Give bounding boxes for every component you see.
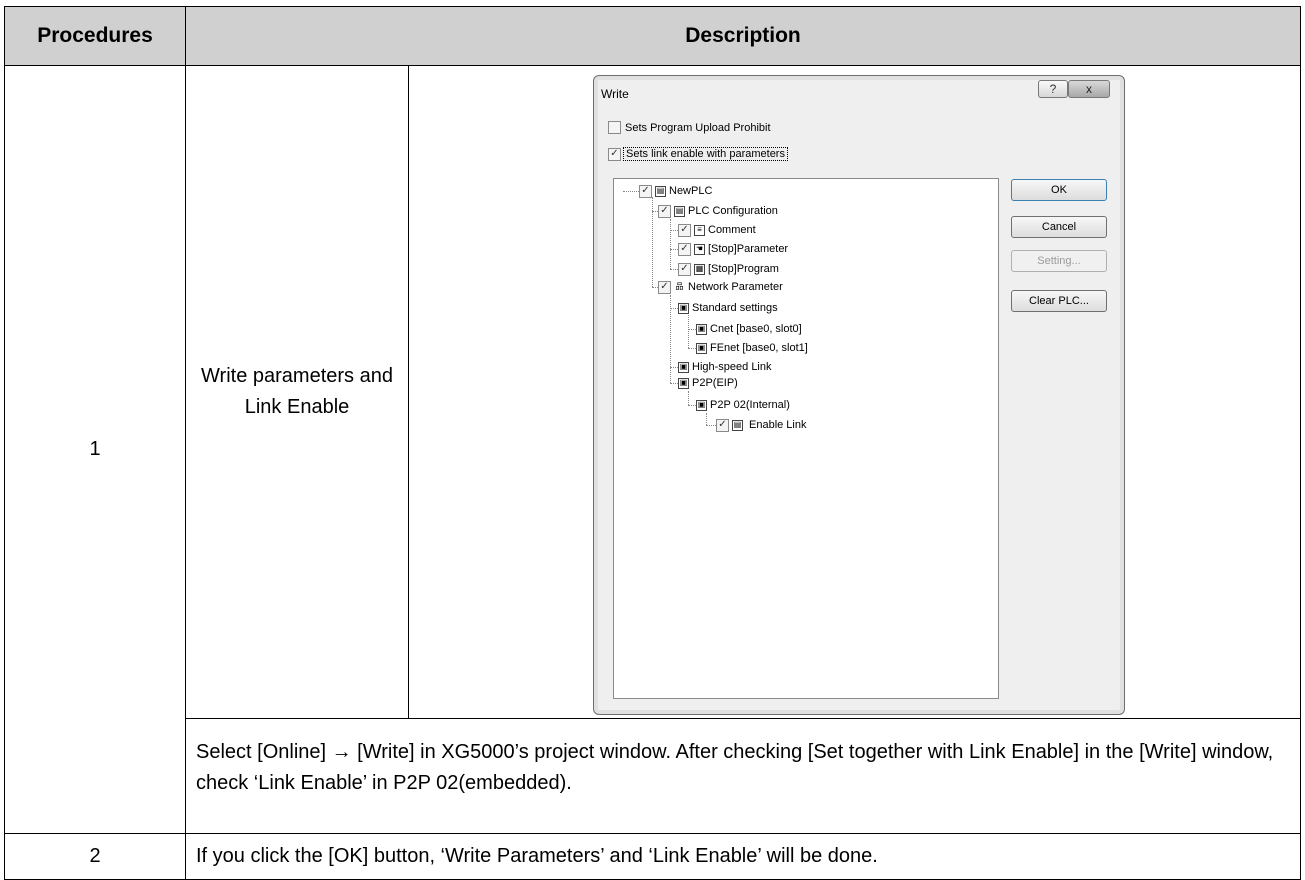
- tree-node-newplc[interactable]: ✓ ▤ NewPLC: [639, 183, 712, 199]
- option-upload-prohibit[interactable]: Sets Program Upload Prohibit: [608, 121, 771, 134]
- setting-button[interactable]: Setting...: [1011, 250, 1107, 272]
- close-button[interactable]: x: [1068, 80, 1110, 98]
- row2-description: If you click the [OK] button, ‘Write Par…: [196, 845, 878, 867]
- tree-node-cnet[interactable]: ▣ Cnet [base0, slot0]: [696, 321, 802, 337]
- network-icon: 品: [674, 281, 685, 293]
- tree-node-standard-settings[interactable]: ▣ Standard settings: [678, 300, 778, 316]
- ok-button[interactable]: OK: [1011, 179, 1107, 201]
- parameter-tree[interactable]: ✓ ▤ NewPLC ✓ ▤ PLC Configuration ✓ ≡ Com…: [613, 178, 999, 699]
- tree-connector: [652, 197, 653, 211]
- tree-node-comment[interactable]: ✓ ≡ Comment: [678, 222, 756, 238]
- tree-connector: [652, 211, 653, 287]
- tree-node-stop-parameter[interactable]: ✓ ☚ [Stop]Parameter: [678, 241, 788, 257]
- cancel-button[interactable]: Cancel: [1011, 216, 1107, 238]
- link-enable-label: Sets link enable with parameters: [623, 147, 788, 161]
- tree-node-label: Standard settings: [692, 302, 778, 314]
- stop-parameter-checkbox[interactable]: ✓: [678, 242, 691, 256]
- row1-title: Write parameters and Link Enable: [201, 365, 393, 418]
- tree-node-stop-program[interactable]: ✓ ▦ [Stop]Program: [678, 261, 779, 277]
- plc-icon: ▤: [732, 419, 743, 431]
- tree-node-label: PLC Configuration: [688, 205, 778, 217]
- row1-number-cell: 1: [4, 65, 186, 834]
- tree-connector: [670, 269, 678, 270]
- tree-node-enable-link[interactable]: ✓ ▤ Enable Link: [716, 417, 807, 433]
- upload-prohibit-label: Sets Program Upload Prohibit: [625, 121, 771, 134]
- write-dialog: Write ? x Sets Program Upload Prohibit ✓…: [593, 75, 1125, 715]
- row2-number-cell: 2: [4, 833, 186, 880]
- tree-node-label: Comment: [708, 224, 756, 236]
- header-procedures: Procedures: [4, 6, 186, 66]
- tree-node-label: P2P(EIP): [692, 377, 738, 389]
- tree-node-p2p-eip[interactable]: ▣ P2P(EIP): [678, 375, 738, 391]
- row1-title-cell: Write parameters and Link Enable: [185, 65, 409, 719]
- tree-node-plc-configuration[interactable]: ✓ ▤ PLC Configuration: [658, 203, 778, 219]
- module-icon: ▣: [696, 323, 707, 335]
- tree-node-network-parameter[interactable]: ✓ 品 Network Parameter: [658, 279, 783, 295]
- header-description: Description: [185, 6, 1301, 66]
- header-procedures-label: Procedures: [37, 24, 153, 47]
- tree-connector: [670, 219, 671, 269]
- tree-node-label: Enable Link: [749, 419, 807, 431]
- setting-button-label: Setting...: [1037, 255, 1081, 267]
- module-icon: ▣: [696, 342, 707, 354]
- tree-node-fenet[interactable]: ▣ FEnet [base0, slot1]: [696, 340, 808, 356]
- tree-node-label: High-speed Link: [692, 361, 772, 373]
- tree-node-label: P2P 02(Internal): [710, 399, 790, 411]
- plc-configuration-checkbox[interactable]: ✓: [658, 204, 671, 218]
- module-icon: ▣: [696, 399, 707, 411]
- dialog-title: Write: [601, 87, 629, 101]
- clear-plc-button-label: Clear PLC...: [1029, 295, 1089, 307]
- tree-connector: [688, 348, 696, 349]
- hand-icon: ☚: [694, 243, 705, 255]
- comment-checkbox[interactable]: ✓: [678, 223, 691, 237]
- row1-description-cell: Select [Online] → [Write] in XG5000’s pr…: [185, 718, 1301, 834]
- cancel-button-label: Cancel: [1041, 221, 1077, 233]
- option-link-enable[interactable]: ✓ Sets link enable with parameters: [608, 147, 788, 161]
- tree-connector: [688, 315, 689, 348]
- tree-connector: [688, 405, 696, 406]
- tree-node-label: [Stop]Program: [708, 263, 779, 275]
- tree-connector: [670, 230, 678, 231]
- tree-connector: [706, 413, 707, 425]
- network-parameter-checkbox[interactable]: ✓: [658, 280, 671, 294]
- row2-number: 2: [89, 845, 101, 867]
- help-button[interactable]: ?: [1038, 80, 1068, 98]
- plc-icon: ▤: [674, 205, 685, 217]
- tree-connector: [688, 391, 689, 405]
- header-description-label: Description: [685, 24, 801, 47]
- tree-node-label: NewPLC: [669, 185, 713, 197]
- comment-icon: ≡: [694, 224, 705, 236]
- tree-connector: [688, 329, 696, 330]
- tree-node-label: [Stop]Parameter: [708, 243, 789, 255]
- row1-description: Select [Online] → [Write] in XG5000’s pr…: [196, 741, 1274, 794]
- ok-button-label: OK: [1051, 184, 1067, 196]
- tree-node-p2p-02-internal[interactable]: ▣ P2P 02(Internal): [696, 397, 790, 413]
- stop-program-checkbox[interactable]: ✓: [678, 262, 691, 276]
- clear-plc-button[interactable]: Clear PLC...: [1011, 290, 1107, 312]
- link-enable-checkbox[interactable]: ✓: [608, 147, 621, 161]
- newplc-checkbox[interactable]: ✓: [639, 184, 652, 198]
- tree-connector: [670, 308, 678, 309]
- tree-node-high-speed-link[interactable]: ▣ High-speed Link: [678, 359, 772, 375]
- tree-connector: [623, 191, 639, 192]
- close-icon: x: [1086, 82, 1092, 96]
- upload-prohibit-checkbox[interactable]: [608, 121, 621, 134]
- program-icon: ▦: [694, 263, 705, 275]
- plc-icon: ▤: [655, 185, 666, 197]
- tree-connector: [670, 367, 678, 368]
- tree-node-label: Cnet [base0, slot0]: [710, 323, 802, 335]
- module-icon: ▣: [678, 361, 689, 373]
- tree-node-label: Network Parameter: [688, 281, 783, 293]
- tree-connector: [670, 383, 678, 384]
- row2-description-cell: If you click the [OK] button, ‘Write Par…: [185, 833, 1301, 880]
- enable-link-checkbox[interactable]: ✓: [716, 418, 729, 432]
- help-icon: ?: [1049, 82, 1057, 96]
- module-icon: ▣: [678, 302, 689, 314]
- tree-connector: [670, 249, 678, 250]
- module-icon: ▣: [678, 377, 689, 389]
- tree-node-label: FEnet [base0, slot1]: [710, 342, 808, 354]
- tree-connector: [706, 425, 716, 426]
- row1-number: 1: [89, 438, 101, 460]
